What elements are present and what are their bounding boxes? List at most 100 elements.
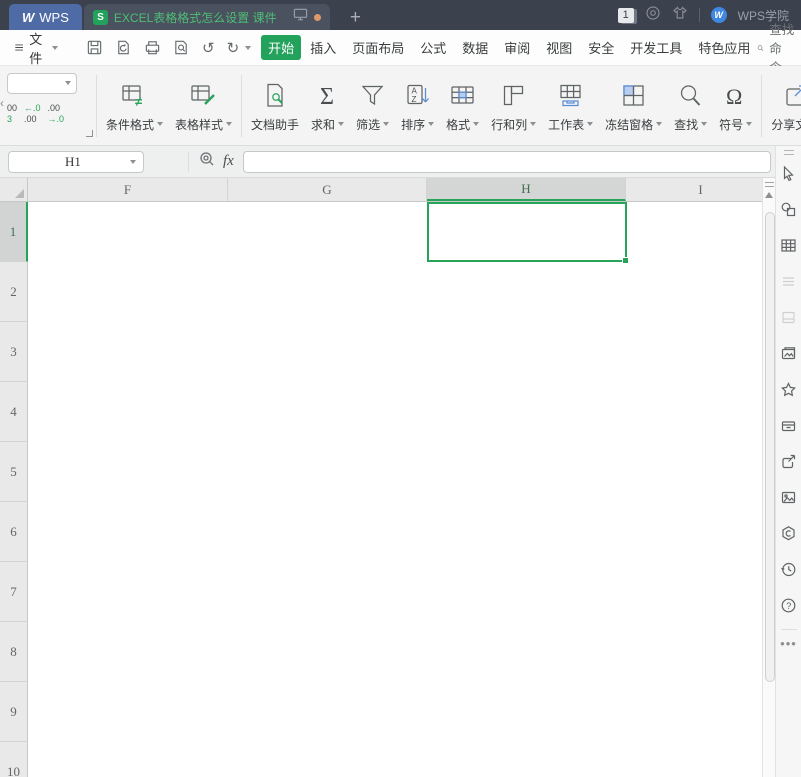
wps-menu-button[interactable]: W WPS: [9, 4, 82, 30]
chevron-down-icon: [428, 122, 435, 126]
row-header-7[interactable]: 7: [0, 562, 28, 622]
gallery-icon[interactable]: [776, 335, 801, 371]
right-sidebar: ? •••: [775, 146, 801, 777]
sheet-grid[interactable]: F G H I 1 2 3 4 5 6 7 8 9 10: [0, 178, 775, 777]
search-icon: [758, 44, 764, 51]
name-box[interactable]: H1: [8, 150, 144, 173]
find-button[interactable]: 查找: [668, 79, 713, 133]
tab-review[interactable]: 审阅: [497, 35, 537, 60]
conditional-format-button[interactable]: ≠ 条件格式: [100, 79, 169, 133]
chevron-down-icon: [157, 122, 164, 126]
doc-assistant-button[interactable]: 文档助手: [245, 79, 305, 133]
row-header-10[interactable]: 10: [0, 742, 28, 777]
help-icon[interactable]: ?: [776, 587, 801, 623]
document-tab[interactable]: S EXCEL表格格式怎么设置 课件: [83, 4, 330, 30]
svg-text:Σ: Σ: [320, 84, 334, 109]
scrollbar-thumb[interactable]: [764, 212, 775, 682]
insert-function-icon[interactable]: [199, 151, 215, 172]
panel-faded-icon[interactable]: [776, 299, 801, 335]
shapes-icon[interactable]: [776, 191, 801, 227]
presentation-monitor-icon[interactable]: [293, 7, 308, 27]
row-header-2[interactable]: 2: [0, 262, 28, 322]
column-header-g[interactable]: G: [228, 178, 427, 201]
dialog-launcher-icon[interactable]: [86, 129, 93, 137]
conditional-format-icon: ≠: [121, 79, 148, 109]
row-headers: 1 2 3 4 5 6 7 8 9 10: [0, 202, 28, 777]
spreadsheet-doc-icon: S: [92, 9, 108, 25]
image-icon[interactable]: [776, 479, 801, 515]
tab-view[interactable]: 视图: [539, 35, 579, 60]
sum-button[interactable]: Σ 求和: [305, 79, 350, 133]
symbol-omega-icon: Ω: [722, 79, 749, 109]
column-header-i[interactable]: I: [626, 178, 775, 201]
worksheet-button[interactable]: 工作表: [542, 79, 599, 133]
window-count-badge[interactable]: 1: [617, 7, 634, 23]
decrease-decimal-button[interactable]: .00 →.0: [48, 103, 65, 126]
row-header-3[interactable]: 3: [0, 322, 28, 382]
select-all-corner[interactable]: [0, 178, 28, 201]
undo-icon[interactable]: ↺: [202, 39, 215, 57]
number-format-group: 00 3 ←.0.00 .00 →.0: [7, 72, 93, 139]
tab-home[interactable]: 开始: [261, 35, 302, 60]
archive-icon[interactable]: [776, 407, 801, 443]
chevron-down-icon: [338, 122, 345, 126]
redo-icon[interactable]: ↻: [227, 39, 240, 57]
save-icon[interactable]: [86, 39, 103, 56]
vertical-scrollbar[interactable]: [762, 178, 775, 777]
table-icon[interactable]: [776, 227, 801, 263]
tab-data[interactable]: 数据: [455, 35, 495, 60]
row-header-4[interactable]: 4: [0, 382, 28, 442]
symbol-button[interactable]: Ω 符号: [713, 79, 758, 133]
print-icon[interactable]: [144, 39, 161, 56]
panel-collapse-icon[interactable]: ‹: [0, 96, 4, 110]
share-icon[interactable]: [776, 443, 801, 479]
menubar: 文件 ↺ ↻ 开始 插入 页面布局 公式 数据 审阅 视图 安全 开发工具 特色…: [0, 23, 801, 75]
ribbon: ‹ 00 3 ←.0.00 .00 →.0 ≠ 条件格式 表格样式 文档助手 Σ…: [0, 66, 801, 146]
rows-columns-icon: [500, 79, 527, 109]
column-header-f[interactable]: F: [28, 178, 228, 201]
row-header-8[interactable]: 8: [0, 622, 28, 682]
history-icon[interactable]: [776, 551, 801, 587]
star-icon[interactable]: [776, 371, 801, 407]
share-doc-button[interactable]: 分享文档: [765, 79, 801, 133]
quickbar-more-icon[interactable]: [245, 45, 252, 50]
tab-formulas[interactable]: 公式: [413, 35, 453, 60]
tab-developer[interactable]: 开发工具: [623, 35, 689, 60]
history-circle-icon[interactable]: [645, 5, 661, 26]
tab-insert[interactable]: 插入: [303, 35, 343, 60]
column-headers: F G H I: [0, 178, 775, 202]
rows-columns-button[interactable]: 行和列: [485, 79, 542, 133]
more-icon[interactable]: •••: [780, 636, 797, 651]
tab-page-layout[interactable]: 页面布局: [345, 35, 411, 60]
outline-faded-icon[interactable]: [776, 263, 801, 299]
file-menu-button[interactable]: 文件: [8, 29, 64, 67]
table-style-button[interactable]: 表格样式: [169, 79, 238, 133]
column-header-h[interactable]: H: [427, 178, 626, 201]
row-header-9[interactable]: 9: [0, 682, 28, 742]
sort-button[interactable]: AZ 排序: [395, 79, 440, 133]
new-tab-button[interactable]: +: [344, 8, 367, 30]
sum-sigma-icon: Σ: [314, 79, 341, 109]
selected-cell[interactable]: [427, 202, 629, 264]
number-format-select[interactable]: [7, 72, 77, 94]
percent-style-button[interactable]: 00 3: [7, 103, 17, 126]
skin-icon[interactable]: [672, 5, 688, 26]
row-header-1[interactable]: 1: [0, 202, 28, 262]
row-header-6[interactable]: 6: [0, 502, 28, 562]
coin-icon[interactable]: [776, 515, 801, 551]
tab-security[interactable]: 安全: [581, 35, 621, 60]
increase-decimal-button[interactable]: ←.0.00: [24, 103, 41, 126]
freeze-panes-button[interactable]: 冻结窗格: [599, 79, 668, 133]
ribbon-tabs: 开始 插入 页面布局 公式 数据 审阅 视图 安全 开发工具 特色应用: [261, 35, 757, 60]
row-header-5[interactable]: 5: [0, 442, 28, 502]
scroll-up-icon[interactable]: [765, 192, 773, 198]
fill-handle[interactable]: [622, 257, 629, 264]
select-cursor-icon[interactable]: [776, 155, 801, 191]
split-handle-icon[interactable]: [765, 182, 774, 187]
export-icon[interactable]: [115, 39, 132, 56]
print-preview-icon[interactable]: [173, 39, 190, 56]
tab-special-apps[interactable]: 特色应用: [691, 35, 757, 60]
filter-button[interactable]: 筛选: [350, 79, 395, 133]
format-button[interactable]: 格式: [440, 79, 485, 133]
formula-input[interactable]: [242, 150, 771, 173]
